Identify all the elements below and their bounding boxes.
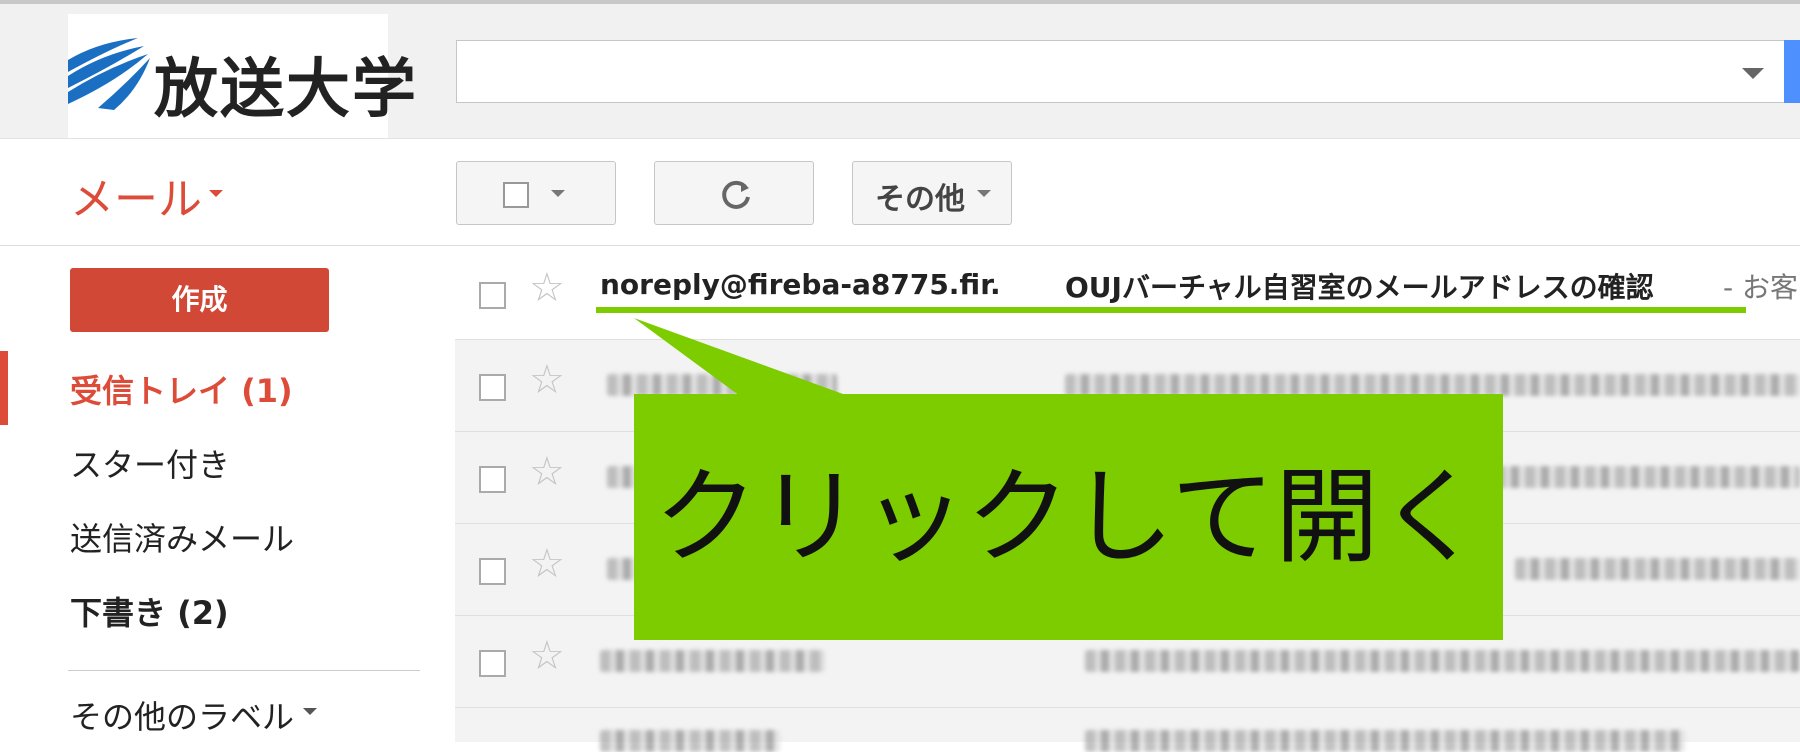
callout-text: クリックして開く	[654, 456, 1483, 578]
annotation-callout: クリックして開く	[634, 394, 1503, 640]
